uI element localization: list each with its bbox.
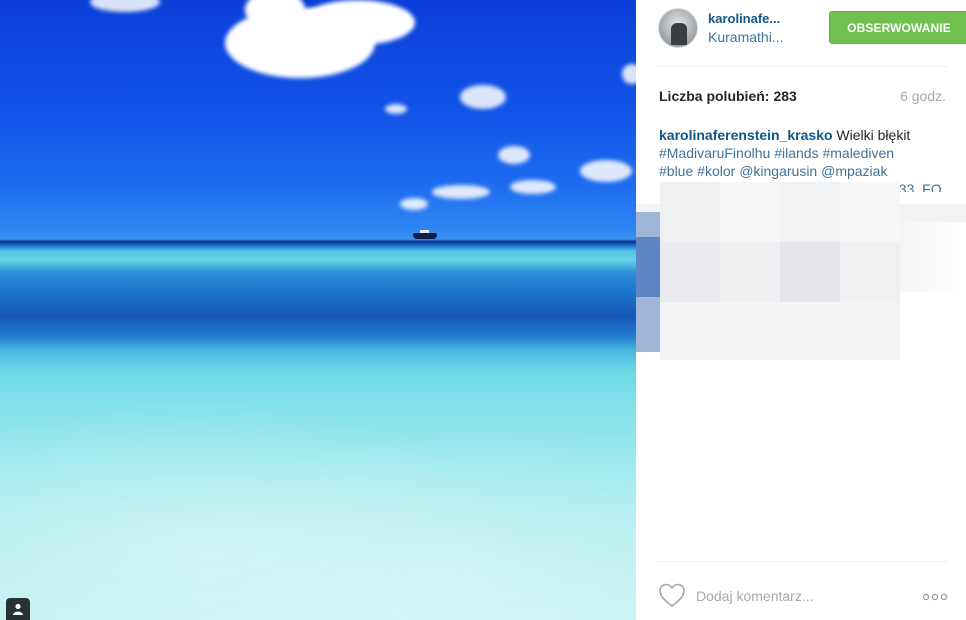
cloud (300, 0, 415, 45)
hashtag[interactable]: #ilands (774, 145, 818, 161)
more-options-icon[interactable] (922, 589, 948, 601)
likes-label: Liczba polubień: (659, 88, 770, 104)
mention[interactable]: @mpaziak (821, 163, 887, 179)
avatar[interactable] (658, 8, 698, 48)
blur-block (840, 242, 900, 302)
divider (658, 561, 948, 562)
caption-username[interactable]: karolinaferenstein_krasko (659, 127, 833, 143)
post-details-panel: karolinafe... Kuramathi... OBSERWOWANIE … (636, 0, 966, 620)
username-link[interactable]: karolinafe... (708, 11, 780, 26)
cloud (460, 85, 506, 109)
cloud (498, 146, 530, 164)
blur-block (720, 182, 780, 242)
post-header: karolinafe... Kuramathi... OBSERWOWANIE (658, 8, 966, 48)
location-link[interactable]: Kuramathi... (708, 29, 783, 45)
blur-block (840, 182, 900, 242)
blur-block (660, 242, 720, 302)
mention[interactable]: @kingarusin (739, 163, 817, 179)
likes-count[interactable]: Liczba polubień: 283 (659, 88, 797, 104)
blur-block (660, 302, 900, 360)
hashtag[interactable]: #blue (659, 163, 693, 179)
heart-icon[interactable] (658, 582, 686, 608)
cloud (622, 64, 636, 84)
comment-bar (658, 575, 948, 615)
blur-block (900, 222, 966, 292)
caption-text: Wielki błękit (832, 127, 911, 143)
divider (658, 66, 948, 67)
boat (413, 230, 437, 239)
blur-block (780, 182, 840, 242)
hashtag[interactable]: #MadivaruFinolhu (659, 145, 770, 161)
hashtag[interactable]: #malediven (822, 145, 894, 161)
cloud (90, 0, 160, 12)
blur-block (720, 242, 780, 302)
person-icon[interactable] (6, 598, 30, 620)
cloud (432, 185, 490, 199)
post-time[interactable]: 6 godz. (900, 88, 946, 104)
blur-block (636, 237, 660, 297)
cloud (580, 160, 632, 182)
post-photo[interactable] (0, 0, 636, 620)
cloud (400, 198, 428, 210)
comment-input[interactable] (696, 585, 896, 607)
sea-reflection (0, 360, 636, 620)
likes-number: 283 (773, 88, 797, 104)
blur-block (780, 242, 840, 302)
hashtag[interactable]: #kolor (697, 163, 735, 179)
cloud (510, 180, 556, 194)
redacted-overlay (636, 182, 966, 362)
blur-block (660, 182, 720, 242)
follow-button[interactable]: OBSERWOWANIE (829, 11, 966, 44)
cloud (385, 104, 407, 114)
